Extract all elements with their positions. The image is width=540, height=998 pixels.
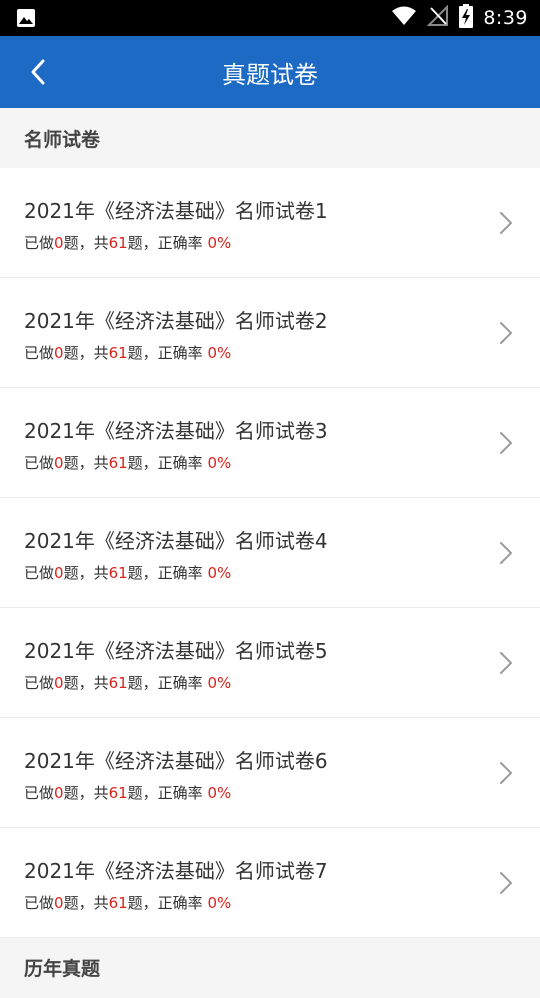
total-count: 61: [108, 344, 128, 362]
wifi-icon: [391, 5, 417, 31]
total-count: 61: [108, 784, 128, 802]
total-prefix: 题，共: [63, 454, 109, 472]
status-time: 8:39: [483, 7, 528, 29]
no-signal-icon: [426, 4, 449, 31]
paper-title: 2021年《经济法基础》名师试卷7: [24, 859, 328, 883]
paper-stats: 已做0题，共61题，正确率 0%: [24, 892, 231, 913]
total-prefix: 题，共: [63, 234, 109, 252]
paper-title: 2021年《经济法基础》名师试卷6: [24, 749, 328, 773]
chevron-right-icon: [500, 762, 512, 784]
list-item[interactable]: 2021年《经济法基础》名师试卷7 已做0题，共61题，正确率 0%: [0, 828, 540, 938]
rate-prefix: 题，正确率: [127, 454, 208, 472]
rate-prefix: 题，正确率: [127, 784, 208, 802]
total-count: 61: [108, 674, 128, 692]
accuracy-rate: 0%: [207, 344, 232, 362]
back-button[interactable]: [18, 52, 58, 92]
total-count: 61: [108, 234, 128, 252]
battery-charging-icon: [459, 4, 474, 32]
done-prefix: 已做: [24, 784, 55, 802]
total-count: 61: [108, 564, 128, 582]
total-prefix: 题，共: [63, 894, 109, 912]
image-icon: [16, 8, 36, 28]
chevron-right-icon: [500, 322, 512, 344]
list-item[interactable]: 2021年《经济法基础》名师试卷3 已做0题，共61题，正确率 0%: [0, 388, 540, 498]
done-count: 0: [54, 454, 64, 472]
done-count: 0: [54, 564, 64, 582]
paper-stats: 已做0题，共61题，正确率 0%: [24, 672, 231, 693]
paper-stats: 已做0题，共61题，正确率 0%: [24, 232, 231, 253]
done-prefix: 已做: [24, 344, 55, 362]
chevron-right-icon: [500, 872, 512, 894]
total-prefix: 题，共: [63, 674, 109, 692]
section-header: 名师试卷: [0, 108, 540, 168]
done-count: 0: [54, 344, 64, 362]
rate-prefix: 题，正确率: [127, 234, 208, 252]
paper-title: 2021年《经济法基础》名师试卷4: [24, 529, 328, 553]
chevron-right-icon: [500, 212, 512, 234]
rate-prefix: 题，正确率: [127, 344, 208, 362]
done-prefix: 已做: [24, 234, 55, 252]
accuracy-rate: 0%: [207, 454, 232, 472]
paper-stats: 已做0题，共61题，正确率 0%: [24, 342, 231, 363]
rate-prefix: 题，正确率: [127, 894, 208, 912]
done-count: 0: [54, 234, 64, 252]
list-item[interactable]: 2021年《经济法基础》名师试卷4 已做0题，共61题，正确率 0%: [0, 498, 540, 608]
chevron-left-icon: [31, 59, 45, 85]
status-icons: 8:39: [391, 0, 528, 36]
chevron-right-icon: [500, 432, 512, 454]
list-item[interactable]: 2021年《经济法基础》名师试卷1 已做0题，共61题，正确率 0%: [0, 168, 540, 278]
accuracy-rate: 0%: [207, 894, 232, 912]
chevron-right-icon: [500, 652, 512, 674]
list-item[interactable]: 2021年《经济法基础》名师试卷2 已做0题，共61题，正确率 0%: [0, 278, 540, 388]
paper-stats: 已做0题，共61题，正确率 0%: [24, 562, 231, 583]
status-bar: 8:39: [0, 0, 540, 36]
accuracy-rate: 0%: [207, 674, 232, 692]
paper-title: 2021年《经济法基础》名师试卷5: [24, 639, 328, 663]
app-bar: 真题试卷: [0, 36, 540, 108]
paper-stats: 已做0题，共61题，正确率 0%: [24, 782, 231, 803]
paper-title: 2021年《经济法基础》名师试卷3: [24, 419, 328, 443]
total-count: 61: [108, 454, 128, 472]
accuracy-rate: 0%: [207, 234, 232, 252]
list-item[interactable]: 2021年《经济法基础》名师试卷5 已做0题，共61题，正确率 0%: [0, 608, 540, 718]
total-prefix: 题，共: [63, 344, 109, 362]
paper-stats: 已做0题，共61题，正确率 0%: [24, 452, 231, 473]
done-prefix: 已做: [24, 894, 55, 912]
done-count: 0: [54, 784, 64, 802]
total-prefix: 题，共: [63, 564, 109, 582]
chevron-right-icon: [500, 542, 512, 564]
paper-list: 2021年《经济法基础》名师试卷1 已做0题，共61题，正确率 0% 2021年…: [0, 168, 540, 938]
page-title: 真题试卷: [222, 60, 318, 89]
rate-prefix: 题，正确率: [127, 564, 208, 582]
done-count: 0: [54, 894, 64, 912]
done-count: 0: [54, 674, 64, 692]
list-item[interactable]: 2021年《经济法基础》名师试卷6 已做0题，共61题，正确率 0%: [0, 718, 540, 828]
section-header-2: 历年真题: [0, 938, 540, 998]
total-count: 61: [108, 894, 128, 912]
paper-title: 2021年《经济法基础》名师试卷1: [24, 199, 328, 223]
rate-prefix: 题，正确率: [127, 674, 208, 692]
accuracy-rate: 0%: [207, 784, 232, 802]
done-prefix: 已做: [24, 674, 55, 692]
accuracy-rate: 0%: [207, 564, 232, 582]
paper-title: 2021年《经济法基础》名师试卷2: [24, 309, 328, 333]
total-prefix: 题，共: [63, 784, 109, 802]
done-prefix: 已做: [24, 454, 55, 472]
done-prefix: 已做: [24, 564, 55, 582]
